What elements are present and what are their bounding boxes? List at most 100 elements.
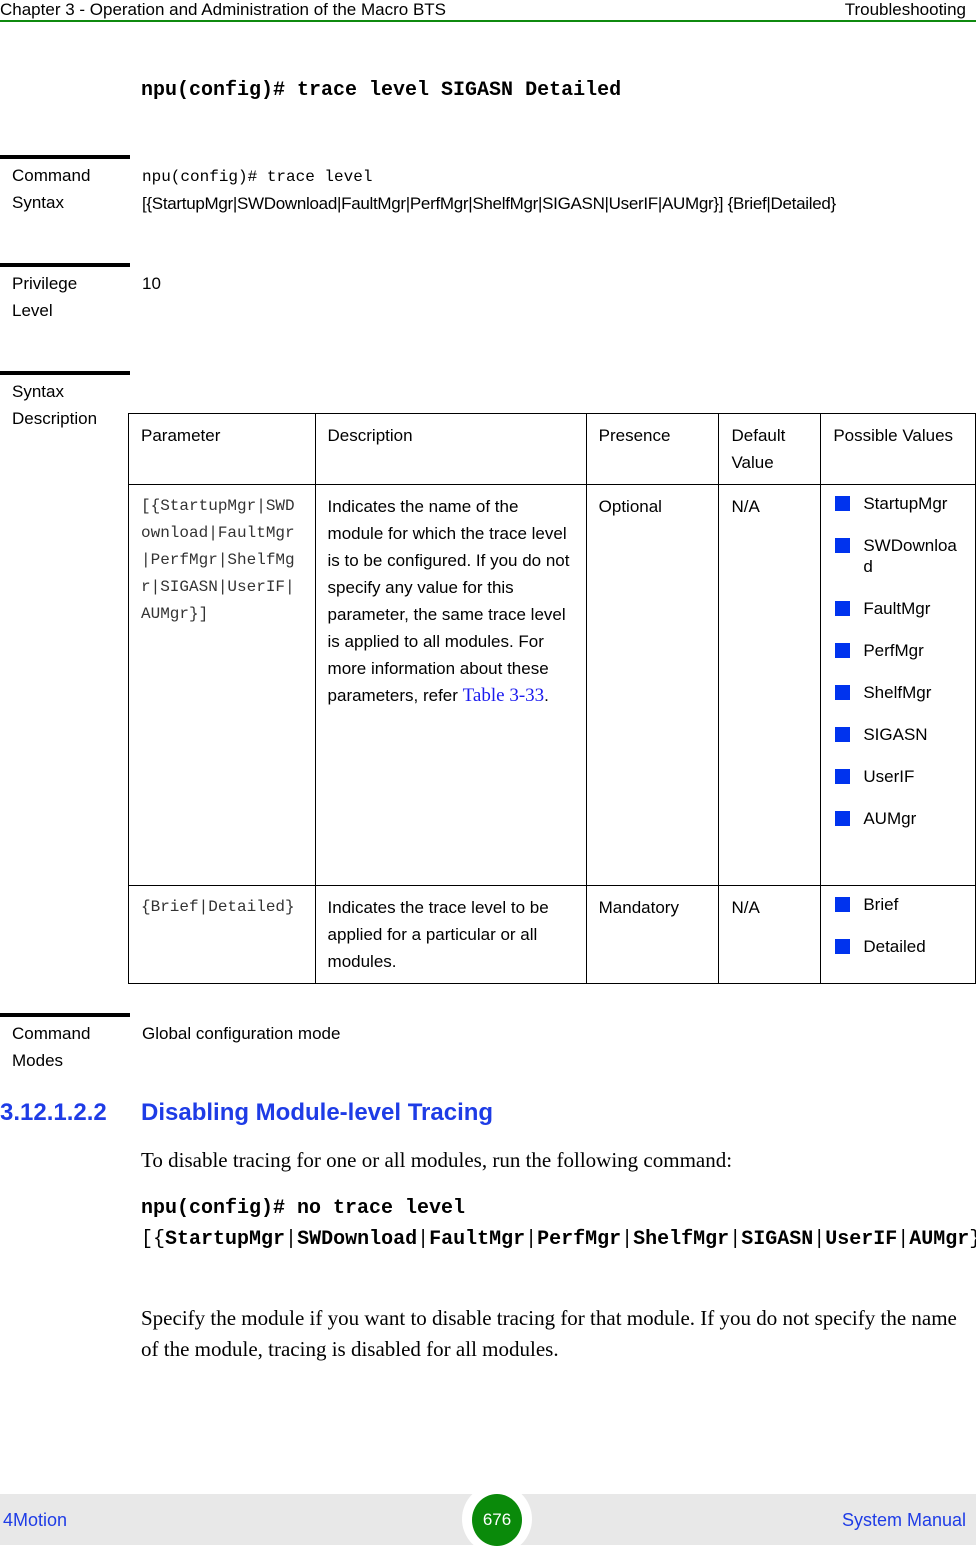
possible-values-cell: StartupMgr SWDownload FaultMgr PerfMgr S… bbox=[820, 484, 976, 886]
section-divider bbox=[0, 155, 130, 159]
square-bullet-icon bbox=[835, 496, 851, 511]
presence-cell: Optional bbox=[585, 484, 720, 886]
default-value-cell: N/A bbox=[718, 885, 822, 984]
value-label: FaultMgr bbox=[863, 599, 931, 618]
section-divider bbox=[0, 1013, 130, 1017]
description-suffix: . bbox=[544, 686, 549, 705]
square-bullet-icon bbox=[835, 897, 851, 912]
list-item: SWDownload bbox=[833, 535, 963, 577]
disable-command: npu(config)# no trace level [{StartupMgr… bbox=[141, 1193, 976, 1255]
syntax-description-label: Syntax Description bbox=[12, 378, 97, 432]
label-line: Syntax bbox=[12, 382, 64, 401]
label-line: Modes bbox=[12, 1051, 64, 1070]
module-name: FaultMgr bbox=[429, 1228, 526, 1251]
command-modes-label: Command Modes bbox=[12, 1020, 90, 1074]
chapter-title: Chapter 3 - Operation and Administration… bbox=[0, 0, 447, 19]
square-bullet-icon bbox=[835, 643, 851, 658]
disable-command-prefix: npu(config)# no trace level bbox=[141, 1197, 466, 1220]
parameter-cell: [{StartupMgr|SWDownload|FaultMgr|PerfMgr… bbox=[128, 484, 316, 886]
label-line: Description bbox=[12, 409, 98, 428]
square-bullet-icon bbox=[835, 939, 851, 954]
separator: | bbox=[813, 1228, 826, 1251]
square-bullet-icon bbox=[835, 811, 851, 826]
module-name: PerfMgr bbox=[537, 1228, 622, 1251]
list-item: Detailed bbox=[833, 936, 963, 957]
list-item: SIGASN bbox=[833, 724, 963, 745]
separator: | bbox=[285, 1228, 298, 1251]
presence-cell: Mandatory bbox=[585, 885, 720, 984]
product-name: 4Motion bbox=[3, 1510, 68, 1530]
value-label: ShelfMgr bbox=[863, 683, 932, 702]
separator: | bbox=[729, 1228, 742, 1251]
description-cell: Indicates the trace level to be applied … bbox=[314, 885, 587, 984]
value-label: SWDownload bbox=[863, 536, 957, 576]
module-name: StartupMgr bbox=[165, 1228, 286, 1251]
separator: | bbox=[621, 1228, 634, 1251]
label-line: Syntax bbox=[12, 193, 64, 212]
possible-values-list: Brief Detailed bbox=[833, 894, 963, 957]
document-title: System Manual bbox=[841, 1510, 966, 1530]
module-name: UserIF bbox=[825, 1228, 898, 1251]
separator: | bbox=[525, 1228, 538, 1251]
value-label: SIGASN bbox=[863, 725, 928, 744]
intro-paragraph: To disable tracing for one or all module… bbox=[141, 1148, 733, 1172]
description-cell: Indicates the name of the module for whi… bbox=[314, 484, 587, 886]
example-command: npu(config)# trace level SIGASN Detailed bbox=[141, 79, 622, 102]
disable-command-modules: [{StartupMgr|SWDownload|FaultMgr|PerfMgr… bbox=[141, 1228, 976, 1251]
module-name: ShelfMgr bbox=[633, 1228, 730, 1251]
list-item: Brief bbox=[833, 894, 963, 915]
description-text: Indicates the name of the module for whi… bbox=[327, 497, 570, 705]
module-name: SWDownload bbox=[297, 1228, 418, 1251]
square-bullet-icon bbox=[835, 769, 851, 784]
table-row: [{StartupMgr|SWDownload|FaultMgr|PerfMgr… bbox=[128, 484, 976, 886]
possible-values-list: StartupMgr SWDownload FaultMgr PerfMgr S… bbox=[833, 493, 963, 829]
module-name: SIGASN bbox=[741, 1228, 814, 1251]
command-modes-value: Global configuration mode bbox=[142, 1024, 341, 1043]
header-presence: Presence bbox=[585, 413, 720, 485]
possible-values-cell: Brief Detailed bbox=[820, 885, 976, 984]
separator: | bbox=[897, 1228, 910, 1251]
table-header-row: Parameter Description Presence Default V… bbox=[128, 413, 976, 485]
value-label: Brief bbox=[863, 895, 899, 914]
list-item: ShelfMgr bbox=[833, 682, 963, 703]
header-parameter: Parameter bbox=[128, 413, 316, 485]
section-number: 3.12.1.2.2 bbox=[0, 1099, 107, 1126]
label-line: Privilege bbox=[12, 274, 78, 293]
value-label: Detailed bbox=[863, 937, 926, 956]
square-bullet-icon bbox=[835, 727, 851, 742]
header-possible-values: Possible Values bbox=[820, 413, 976, 485]
value-label: AUMgr bbox=[863, 809, 917, 828]
list-item: PerfMgr bbox=[833, 640, 963, 661]
parameter-name: [{StartupMgr|SWDownload|FaultMgr|PerfMgr… bbox=[141, 497, 295, 623]
table-row: {Brief|Detailed} Indicates the trace lev… bbox=[128, 885, 976, 984]
list-item: FaultMgr bbox=[833, 598, 963, 619]
separator: | bbox=[417, 1228, 430, 1251]
list-item: StartupMgr bbox=[833, 493, 963, 514]
header-default-value: Default Value bbox=[718, 413, 822, 485]
page-number: 676 bbox=[472, 1494, 522, 1546]
closing-paragraph: Specify the module if you want to disabl… bbox=[141, 1306, 957, 1361]
section-divider bbox=[0, 371, 130, 375]
parameter-name: {Brief|Detailed} bbox=[141, 898, 295, 916]
section-divider bbox=[0, 263, 130, 267]
bracket-close: }] bbox=[969, 1228, 976, 1251]
value-label: StartupMgr bbox=[863, 494, 948, 513]
square-bullet-icon bbox=[835, 685, 851, 700]
label-line: Level bbox=[12, 301, 53, 320]
default-value-cell: N/A bbox=[718, 484, 822, 886]
list-item: AUMgr bbox=[833, 808, 963, 829]
list-item: UserIF bbox=[833, 766, 963, 787]
value-label: PerfMgr bbox=[863, 641, 924, 660]
syntax-arguments: [{StartupMgr|SWDownload|FaultMgr|PerfMgr… bbox=[142, 194, 836, 213]
section-heading: 3.12.1.2.2 Disabling Module-level Tracing bbox=[0, 1099, 493, 1127]
value-label: UserIF bbox=[863, 767, 915, 786]
privilege-level-value: 10 bbox=[142, 274, 161, 293]
label-line: Command bbox=[12, 1024, 91, 1043]
command-syntax-label: Command Syntax bbox=[12, 162, 90, 216]
section-heading-title: Disabling Module-level Tracing bbox=[141, 1099, 494, 1126]
bracket-open: [{ bbox=[141, 1228, 166, 1251]
module-name: AUMgr bbox=[909, 1228, 970, 1251]
parameter-cell: {Brief|Detailed} bbox=[128, 885, 316, 984]
table-reference-link[interactable]: Table 3-33 bbox=[463, 685, 545, 706]
syntax-command: npu(config)# trace level bbox=[142, 168, 373, 186]
